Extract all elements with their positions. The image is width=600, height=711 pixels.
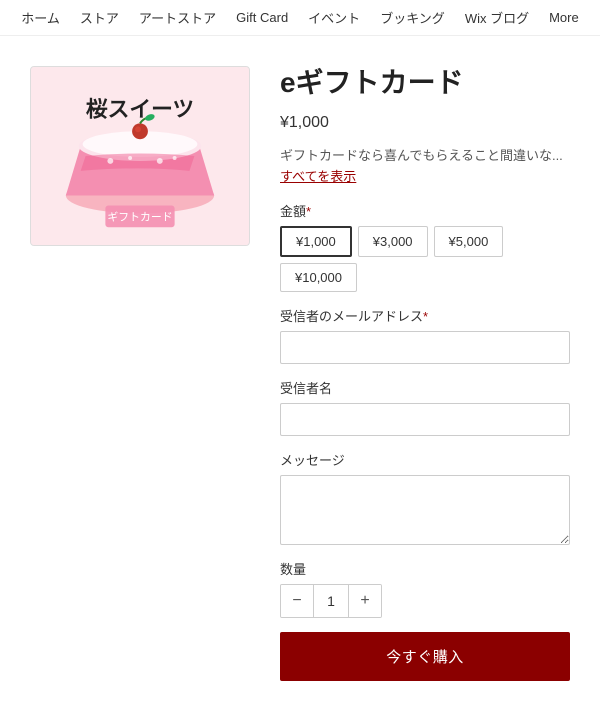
quantity-value: 1 [313,585,349,617]
show-all-link[interactable]: すべてを表示 [280,167,570,187]
recipient-email-input[interactable] [280,331,570,364]
recipient-name-input[interactable] [280,403,570,436]
amount-btn-5000[interactable]: ¥5,000 [434,226,504,257]
nav-item-store[interactable]: ストア [80,8,119,27]
product-title: eギフトカード [280,66,570,100]
svg-text:桜スイーツ: 桜スイーツ [86,97,194,121]
nav-item-home[interactable]: ホーム [21,8,60,27]
svg-text:ギフトカード: ギフトカード [107,210,172,223]
quantity-label: 数量 [280,559,570,578]
nav-item-event[interactable]: イベント [308,8,360,27]
message-group: メッセージ [280,450,570,545]
amount-label: 金額* [280,201,570,220]
amount-btn-3000[interactable]: ¥3,000 [358,226,428,257]
product-price: ¥1,000 [280,114,570,132]
product-description: ギフトカードなら喜んでもらえること間違いな... すべてを表示 [280,146,570,187]
recipient-name-group: 受信者名 [280,378,570,436]
nav-item-more[interactable]: More [549,10,579,25]
message-label: メッセージ [280,450,570,469]
recipient-email-group: 受信者のメールアドレス* [280,306,570,364]
main-nav: ホーム ストア アートストア Gift Card イベント ブッキング Wix … [0,0,600,36]
quantity-minus-button[interactable]: − [281,585,313,617]
quantity-control: − 1 + [280,584,382,618]
cake-illustration: 桜スイーツ ギフトカード [31,67,249,245]
nav-item-wix-blog[interactable]: Wix ブログ [465,8,529,27]
main-content: 桜スイーツ ギフトカード eギフトカード ¥1,000 ギフトカードなら喜んでも… [0,36,600,711]
amount-btn-1000[interactable]: ¥1,000 [280,226,352,257]
recipient-email-label: 受信者のメールアドレス* [280,306,570,325]
nav-item-gift-card[interactable]: Gift Card [236,10,288,25]
nav-item-booking[interactable]: ブッキング [380,8,445,27]
quantity-plus-button[interactable]: + [349,585,381,617]
product-info: eギフトカード ¥1,000 ギフトカードなら喜んでもらえること間違いな... … [280,66,570,681]
description-text: ギフトカードなら喜んでもらえること間違いな... [280,148,563,163]
amount-options: ¥1,000 ¥3,000 ¥5,000 ¥10,000 [280,226,570,292]
amount-btn-10000[interactable]: ¥10,000 [280,263,357,292]
buy-now-button[interactable]: 今すぐ購入 [280,632,570,681]
product-image: 桜スイーツ ギフトカード [30,66,250,246]
nav-item-art-store[interactable]: アートストア [139,8,216,27]
recipient-name-label: 受信者名 [280,378,570,397]
amount-field-group: 金額* ¥1,000 ¥3,000 ¥5,000 ¥10,000 [280,201,570,292]
message-input[interactable] [280,475,570,545]
quantity-group: 数量 − 1 + [280,559,570,618]
